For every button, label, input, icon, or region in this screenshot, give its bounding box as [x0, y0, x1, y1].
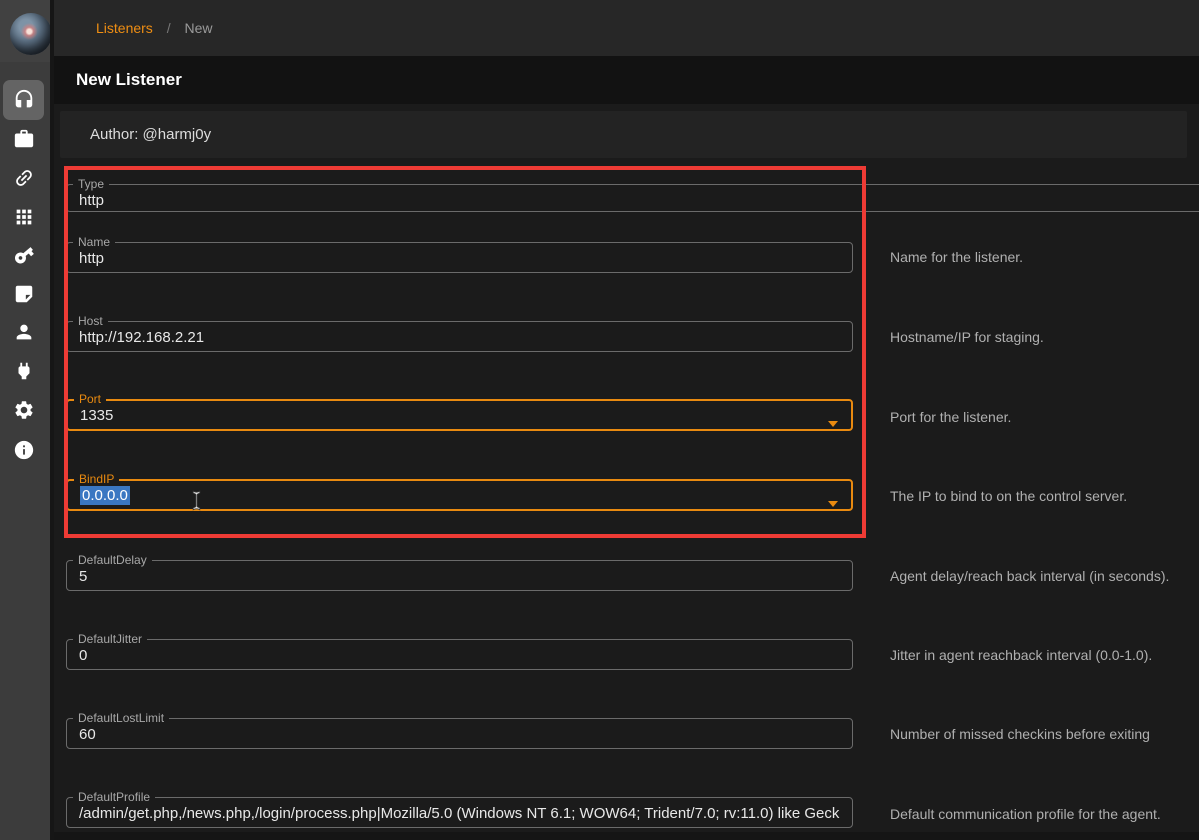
selected-text: 0.0.0.0	[80, 486, 130, 505]
field-port-description: Port for the listener.	[890, 407, 1190, 427]
field-bindip-label: BindIP	[74, 474, 119, 485]
field-defaultlostlimit-label: DefaultLostLimit	[73, 713, 169, 724]
sidebar-item-listeners[interactable]	[3, 80, 44, 120]
page-title: New Listener	[76, 70, 182, 90]
app-logo-block	[0, 0, 50, 62]
sidebar-item-connections[interactable]	[3, 158, 44, 198]
breadcrumb: Listeners / New	[96, 20, 213, 36]
field-defaultdelay-label: DefaultDelay	[73, 555, 152, 566]
sidebar-item-settings[interactable]	[3, 390, 44, 430]
field-defaultdelay-value[interactable]: 5	[79, 567, 812, 586]
sidebar-item-users[interactable]	[3, 312, 44, 352]
field-host-value[interactable]: http://192.168.2.21	[79, 328, 812, 347]
author-card: Author: @harmj0y	[60, 111, 1187, 158]
key-icon	[8, 240, 39, 271]
field-defaultprofile-value[interactable]: /admin/get.php,/news.php,/login/process.…	[79, 804, 840, 823]
field-host-description: Hostname/IP for staging.	[890, 327, 1190, 347]
breadcrumb-listeners-link[interactable]: Listeners	[96, 20, 153, 36]
field-bindip[interactable]: BindIP 0.0.0.0	[66, 474, 853, 511]
sidebar-divider	[50, 0, 54, 840]
field-defaultjitter-label: DefaultJitter	[73, 634, 147, 645]
field-name-label: Name	[73, 237, 115, 248]
field-defaultlostlimit-value[interactable]: 60	[79, 725, 812, 744]
field-defaultjitter-description: Jitter in agent reachback interval (0.0-…	[890, 645, 1190, 665]
note-icon	[13, 283, 35, 305]
link-icon	[8, 162, 39, 193]
field-name[interactable]: Name http	[66, 237, 853, 273]
new-listener-page: Listeners / New New Listener Author: @ha…	[0, 0, 1199, 840]
modules-grid-icon	[13, 206, 35, 228]
field-defaultjitter[interactable]: DefaultJitter 0	[66, 634, 853, 670]
title-bar: New Listener	[54, 56, 1199, 104]
field-port-label: Port	[74, 394, 106, 405]
field-defaultprofile-label: DefaultProfile	[73, 792, 155, 803]
plug-icon	[13, 360, 35, 382]
field-type-label: Type	[73, 179, 109, 190]
sidebar-item-stagers[interactable]	[3, 119, 44, 159]
field-port[interactable]: Port 1335	[66, 394, 853, 431]
field-defaultprofile[interactable]: DefaultProfile /admin/get.php,/news.php,…	[66, 792, 853, 828]
starkiller-logo[interactable]	[10, 13, 52, 55]
headset-icon	[13, 89, 35, 111]
topbar: Listeners / New	[54, 0, 1199, 56]
field-port-value[interactable]: 1335	[80, 406, 811, 425]
field-defaultjitter-value[interactable]: 0	[79, 646, 812, 665]
sidebar-item-reporting[interactable]	[3, 274, 44, 314]
field-bindip-description: The IP to bind to on the control server.	[890, 486, 1190, 506]
dropdown-caret-icon[interactable]	[828, 421, 838, 427]
field-defaultprofile-description: Default communication profile for the ag…	[890, 804, 1190, 824]
gear-icon	[13, 399, 35, 421]
sidebar-item-modules[interactable]	[3, 197, 44, 237]
sidebar-item-credentials[interactable]	[3, 235, 44, 275]
field-defaultdelay[interactable]: DefaultDelay 5	[66, 555, 853, 591]
field-type-value[interactable]: http	[79, 191, 1165, 210]
field-defaultlostlimit[interactable]: DefaultLostLimit 60	[66, 713, 853, 749]
field-type[interactable]: Type http	[66, 179, 1199, 212]
field-name-description: Name for the listener.	[890, 247, 1190, 267]
field-name-value[interactable]: http	[79, 249, 812, 268]
user-icon	[13, 321, 35, 343]
dropdown-caret-icon[interactable]	[828, 501, 838, 507]
sidebar-item-about[interactable]	[3, 430, 44, 470]
sidebar-item-plugins[interactable]	[3, 351, 44, 391]
bottom-strip	[54, 832, 1199, 840]
field-host-label: Host	[73, 316, 108, 327]
sidebar	[0, 62, 50, 840]
briefcase-icon	[13, 128, 35, 150]
breadcrumb-current: New	[184, 20, 212, 36]
field-defaultlostlimit-description: Number of missed checkins before exiting	[890, 724, 1190, 744]
field-host[interactable]: Host http://192.168.2.21	[66, 316, 853, 352]
field-defaultdelay-description: Agent delay/reach back interval (in seco…	[890, 566, 1190, 586]
field-bindip-value[interactable]: 0.0.0.0	[80, 486, 811, 505]
info-icon	[13, 439, 35, 461]
breadcrumb-separator: /	[167, 20, 171, 36]
